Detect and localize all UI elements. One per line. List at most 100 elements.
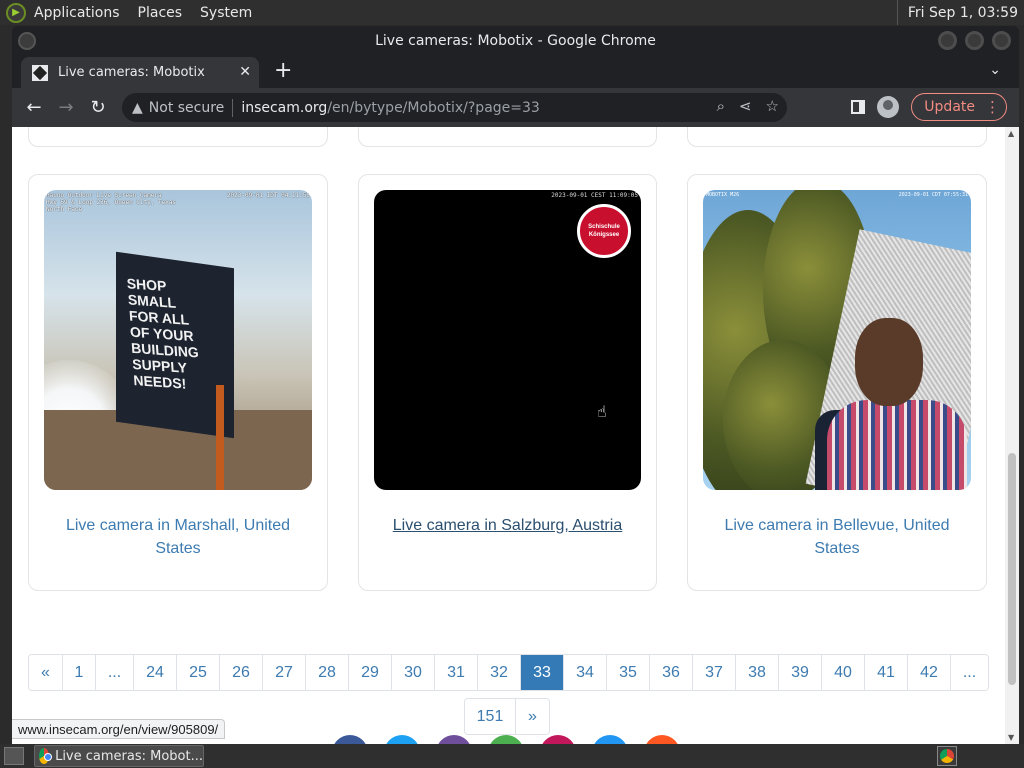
page-link[interactable]: 34 <box>564 655 607 690</box>
menu-applications[interactable]: Applications <box>34 5 120 21</box>
share-icon[interactable] <box>592 735 628 744</box>
url-path: /en/bytype/Mobotix/?page=33 <box>327 99 540 116</box>
page-scrollbar[interactable]: ▲ ▼ <box>1005 127 1019 744</box>
tab-search-chevron-icon[interactable]: ⌄ <box>989 62 1001 78</box>
page-link[interactable]: 24 <box>134 655 177 690</box>
tab-close-icon[interactable]: ✕ <box>239 64 251 80</box>
page-link[interactable]: 31 <box>435 655 478 690</box>
share-icon[interactable] <box>488 735 524 744</box>
desktop-taskbar: Live cameras: Mobot... <box>0 744 1024 768</box>
page-link[interactable]: 42 <box>908 655 951 690</box>
scrollbar-thumb[interactable] <box>1008 453 1016 685</box>
pagination-row-2: 151 » <box>464 698 550 735</box>
ski-school-logo: Schischule Königssee <box>577 204 631 258</box>
twitter-icon[interactable] <box>384 735 420 744</box>
page-link[interactable]: 1 <box>63 655 96 690</box>
panel-clock[interactable]: Fri Sep 1, 03:59 <box>896 0 1024 25</box>
page-link[interactable]: 40 <box>822 655 865 690</box>
pagination: « 1 ... 24 25 26 27 28 29 30 31 32 33 34… <box>28 654 989 691</box>
page-link[interactable]: 37 <box>693 655 736 690</box>
camera-link-salzburg[interactable]: Live camera in Salzburg, Austria <box>359 514 656 537</box>
poster-face <box>855 318 923 406</box>
address-bar[interactable]: ▲ Not secure insecam.org /en/bytype/Mobo… <box>122 93 787 122</box>
page-link-last[interactable]: 151 <box>465 699 516 734</box>
page-link[interactable]: 32 <box>478 655 521 690</box>
page-link-active[interactable]: 33 <box>521 655 564 690</box>
kebab-menu-icon[interactable]: ⋮ <box>985 98 1000 116</box>
camera-thumbnail-salzburg[interactable]: 2023-09-01 CEST 11:09:05 Schischule Köni… <box>374 190 641 490</box>
share-icon[interactable]: ⋖ <box>739 97 752 115</box>
poster-shirt <box>827 400 967 490</box>
profile-avatar-icon[interactable] <box>877 96 900 118</box>
not-secure-label[interactable]: Not secure <box>149 100 225 116</box>
window-titlebar[interactable]: Live cameras: Mobotix - Google Chrome <box>12 26 1019 56</box>
warning-triangle-icon[interactable]: ▲ <box>132 100 143 116</box>
page-link[interactable]: 35 <box>607 655 650 690</box>
share-icon[interactable] <box>540 735 576 744</box>
close-window-button[interactable] <box>992 31 1011 50</box>
page-link[interactable]: 36 <box>650 655 693 690</box>
page-link[interactable]: 41 <box>865 655 908 690</box>
page-ellipsis[interactable]: ... <box>96 655 134 690</box>
page-link[interactable]: 39 <box>779 655 822 690</box>
zoom-search-icon[interactable]: ⌕ <box>717 97 725 115</box>
page-link[interactable]: 38 <box>736 655 779 690</box>
page-viewport: SHOP SMALL FOR ALL OF YOUR BUILDING SUPP… <box>12 127 1019 744</box>
window-menu-icon[interactable] <box>18 32 36 50</box>
show-desktop-button[interactable] <box>4 747 24 765</box>
hand-cursor-icon: ☝ <box>597 402 607 421</box>
maximize-button[interactable] <box>965 31 984 50</box>
camera-timestamp: 2023-09-01 IDT 04:11:55 <box>226 192 310 199</box>
facebook-icon[interactable] <box>332 735 368 744</box>
camera-thumbnail-bellevue[interactable]: MOBOTIX M26 2023-09-01 CDT 07:55:31 <box>703 190 971 490</box>
status-bubble-url: www.insecam.org/en/view/905809/ <box>12 719 226 739</box>
reload-button[interactable]: ↻ <box>84 94 112 122</box>
social-share-row <box>332 735 680 744</box>
page-link[interactable]: 28 <box>306 655 349 690</box>
omnibox-actions: ⌕ ⋖ ☆ <box>717 97 779 115</box>
camera-overlay-text: Hauno Outdoor Live Screen Camera Hwy 59 … <box>46 192 177 213</box>
tray-chrome-icon[interactable] <box>937 746 957 766</box>
menu-places[interactable]: Places <box>138 5 183 21</box>
page-link[interactable]: 30 <box>392 655 435 690</box>
update-button[interactable]: Update ⋮ <box>911 93 1007 121</box>
camera-timestamp: 2023-09-01 CEST 11:09:05 <box>551 192 638 199</box>
camera-card-marshall: SHOP SMALL FOR ALL OF YOUR BUILDING SUPP… <box>28 174 328 591</box>
page-prev-link[interactable]: « <box>29 655 63 690</box>
camera-card-prev <box>687 127 987 147</box>
scroll-down-arrow-icon[interactable]: ▼ <box>1008 733 1014 742</box>
taskbar-task-label: Live cameras: Mobot... <box>55 748 203 764</box>
tab-live-cameras[interactable]: Live cameras: Mobotix ✕ <box>21 57 259 88</box>
tab-strip: Live cameras: Mobotix ✕ + ⌄ <box>12 56 1019 88</box>
browser-toolbar: ← → ↻ ▲ Not secure insecam.org /en/bytyp… <box>12 88 1019 127</box>
side-panel-icon[interactable] <box>851 100 866 114</box>
page-link[interactable]: 25 <box>177 655 220 690</box>
page-ellipsis[interactable]: ... <box>951 655 988 690</box>
camera-link-bellevue[interactable]: Live camera in Bellevue, United States <box>688 514 986 560</box>
camera-link-marshall[interactable]: Live camera in Marshall, United States <box>29 514 327 560</box>
forward-button[interactable]: → <box>52 94 80 122</box>
camera-thumbnail-marshall[interactable]: SHOP SMALL FOR ALL OF YOUR BUILDING SUPP… <box>44 190 312 490</box>
taskbar-chrome-window[interactable]: Live cameras: Mobot... <box>34 745 204 767</box>
chrome-window: Live cameras: Mobotix - Google Chrome Li… <box>12 26 1019 744</box>
menu-system[interactable]: System <box>200 5 252 21</box>
chrome-icon <box>39 748 53 764</box>
tab-title: Live cameras: Mobotix <box>58 65 205 80</box>
page-link[interactable]: 26 <box>220 655 263 690</box>
window-title: Live cameras: Mobotix - Google Chrome <box>375 33 656 49</box>
page-link[interactable]: 29 <box>349 655 392 690</box>
bookmark-star-icon[interactable]: ☆ <box>766 97 779 115</box>
minimize-button[interactable] <box>938 31 957 50</box>
page-next-link[interactable]: » <box>516 699 549 734</box>
back-button[interactable]: ← <box>20 94 48 122</box>
toolbar-right: Update ⋮ <box>851 93 1007 121</box>
share-icon[interactable] <box>436 735 472 744</box>
page-link[interactable]: 27 <box>263 655 306 690</box>
window-controls <box>938 31 1011 50</box>
share-icon[interactable] <box>644 735 680 744</box>
desktop-top-panel: ▶ Applications Places System Fri Sep 1, … <box>0 0 1024 25</box>
distro-logo-icon[interactable]: ▶ <box>6 2 26 23</box>
new-tab-button[interactable]: + <box>274 60 292 82</box>
camera-timestamp: 2023-09-01 CDT 07:55:31 <box>898 192 968 198</box>
scroll-up-arrow-icon[interactable]: ▲ <box>1008 129 1014 138</box>
